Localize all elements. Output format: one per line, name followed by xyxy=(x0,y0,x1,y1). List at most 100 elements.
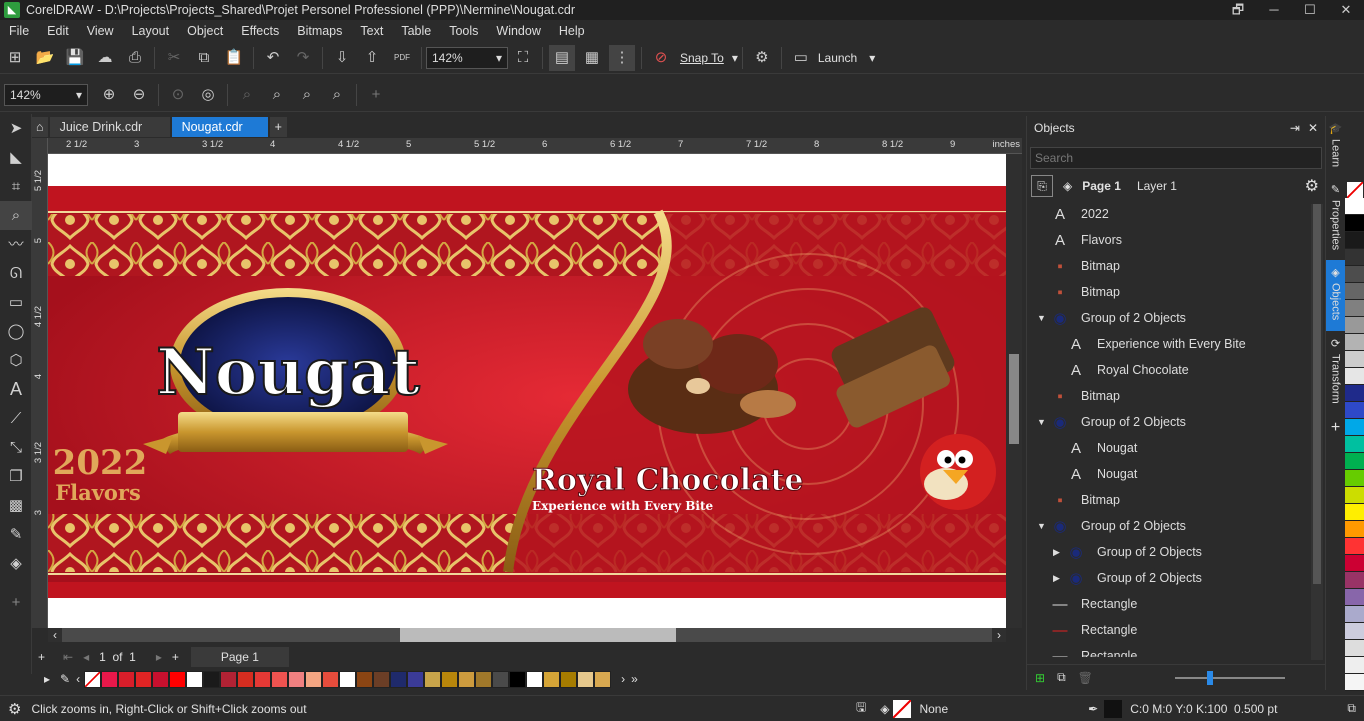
menu-object[interactable]: Object xyxy=(178,24,232,38)
color-swatch[interactable] xyxy=(441,670,459,688)
color-swatch[interactable] xyxy=(424,670,442,688)
new-master-layer-icon[interactable]: ⧉ xyxy=(1057,670,1066,685)
tab-juice-drink[interactable]: Juice Drink.cdr xyxy=(49,117,170,137)
object-tree-item[interactable]: ▪ Bitmap xyxy=(1027,253,1311,279)
snap-off-icon[interactable]: ⊘ xyxy=(648,45,674,71)
object-tree-item[interactable]: ▪ Bitmap xyxy=(1027,279,1311,305)
object-tree-item[interactable]: ▶ ◉ Group of 2 Objects xyxy=(1027,539,1311,565)
menu-help[interactable]: Help xyxy=(550,24,594,38)
color-swatch[interactable] xyxy=(1345,283,1364,300)
side-tab-properties[interactable]: ✎ Properties xyxy=(1326,177,1345,260)
show-grid-icon[interactable]: ▦ xyxy=(579,45,605,71)
vertical-ruler[interactable]: 5 1/2 5 4 1/2 4 3 1/2 3 xyxy=(32,138,48,628)
menu-edit[interactable]: Edit xyxy=(38,24,78,38)
color-swatch[interactable] xyxy=(203,670,221,688)
color-swatch[interactable] xyxy=(271,670,289,688)
expand-icon[interactable]: ⧉ xyxy=(1347,701,1356,716)
color-swatch[interactable] xyxy=(1345,419,1364,436)
zoom-input[interactable]: 142% ▾ xyxy=(4,83,88,106)
color-swatch[interactable] xyxy=(1345,453,1364,470)
color-swatch[interactable] xyxy=(594,670,612,688)
object-tree-item[interactable]: — Rectangle xyxy=(1027,617,1311,643)
zoom-all-icon[interactable]: ◎ xyxy=(195,82,221,108)
object-tree-item[interactable]: — Rectangle xyxy=(1027,591,1311,617)
chevron-down-icon[interactable]: ▾ xyxy=(732,51,738,65)
add-icon[interactable]: + xyxy=(363,82,389,108)
launch-icon[interactable]: ▭ xyxy=(788,45,814,71)
object-tree-item[interactable]: ▪ Bitmap xyxy=(1027,487,1311,513)
object-tree-item[interactable]: ▪ Bitmap xyxy=(1027,383,1311,409)
redo-icon[interactable]: ↷ xyxy=(290,45,316,71)
transparency-tool-icon[interactable]: ▩ xyxy=(0,491,32,520)
color-swatch[interactable] xyxy=(1345,334,1364,351)
paste-icon[interactable]: 📋 xyxy=(221,45,247,71)
collapse-icon[interactable]: ▼ xyxy=(1037,521,1051,531)
color-swatch[interactable] xyxy=(1345,555,1364,572)
color-swatch[interactable] xyxy=(1345,249,1364,266)
vertical-scroll-thumb[interactable] xyxy=(1009,354,1019,444)
object-tree-item[interactable]: — Rectangle xyxy=(1027,643,1311,658)
menu-view[interactable]: View xyxy=(78,24,123,38)
close-button[interactable]: ✕ xyxy=(1328,0,1364,20)
scroll-left-icon[interactable]: ‹ xyxy=(48,628,62,642)
launch-dropdown[interactable]: Launch xyxy=(818,51,857,65)
color-swatch[interactable] xyxy=(492,670,510,688)
color-swatch[interactable] xyxy=(118,670,136,688)
ellipse-tool-icon[interactable]: ◯ xyxy=(0,317,32,346)
rectangle-tool-icon[interactable]: ▭ xyxy=(0,288,32,317)
undo-icon[interactable]: ↶ xyxy=(260,45,286,71)
show-guidelines-icon[interactable]: ⋮ xyxy=(609,44,635,71)
add-tool-icon[interactable]: + xyxy=(0,588,32,617)
menu-window[interactable]: Window xyxy=(487,24,549,38)
shape-tool-icon[interactable]: ◣ xyxy=(0,143,32,172)
color-swatch[interactable] xyxy=(1345,402,1364,419)
add-tab-icon[interactable]: + xyxy=(269,117,287,137)
color-swatch[interactable] xyxy=(1345,640,1364,657)
menu-table[interactable]: Table xyxy=(392,24,440,38)
dimension-tool-icon[interactable]: ⟋ xyxy=(0,404,32,433)
color-swatch[interactable] xyxy=(1345,232,1364,249)
color-swatch[interactable] xyxy=(1345,487,1364,504)
page-tab[interactable]: Page 1 xyxy=(190,647,289,667)
color-swatch[interactable] xyxy=(458,670,476,688)
text-tool-icon[interactable]: A xyxy=(0,375,32,404)
home-icon[interactable]: ⌂ xyxy=(32,117,48,137)
artistic-media-icon[interactable]: ᘏ xyxy=(0,259,32,288)
show-rulers-icon[interactable]: ▤ xyxy=(549,44,575,71)
menu-layout[interactable]: Layout xyxy=(123,24,179,38)
object-tree-scrollbar[interactable] xyxy=(1311,204,1323,660)
scroll-end-icon[interactable]: » xyxy=(631,672,638,686)
new-layer-icon[interactable]: ⊞ xyxy=(1035,671,1045,685)
color-swatch[interactable] xyxy=(101,670,119,688)
color-swatch[interactable] xyxy=(1345,606,1364,623)
gear-icon[interactable]: ⚙ xyxy=(749,45,775,71)
pick-tool-icon[interactable]: ➤ xyxy=(0,114,32,143)
crop-tool-icon[interactable]: ⌗ xyxy=(0,172,32,201)
minimize-button[interactable]: ─ xyxy=(1256,0,1292,20)
color-swatch[interactable] xyxy=(1345,674,1364,691)
horizontal-scroll-thumb[interactable] xyxy=(400,628,676,642)
color-swatch[interactable] xyxy=(577,670,595,688)
scroll-left-icon[interactable]: ‹ xyxy=(76,672,80,686)
eyedropper-icon[interactable]: ✎ xyxy=(60,672,70,686)
color-swatch[interactable] xyxy=(1345,504,1364,521)
expand-icon[interactable]: ▶ xyxy=(1053,573,1067,584)
document-icon[interactable]: 🖫 xyxy=(856,698,866,719)
save-icon[interactable]: 💾 xyxy=(62,45,88,71)
object-tree-item[interactable]: ▼ ◉ Group of 2 Objects xyxy=(1027,409,1311,435)
fill-swatch[interactable] xyxy=(893,699,912,718)
add-page-icon[interactable]: + xyxy=(172,650,179,664)
new-document-icon[interactable]: ⊞ xyxy=(2,45,28,71)
snap-to-dropdown[interactable]: Snap To xyxy=(680,51,724,65)
zoom-page-icon[interactable]: ⌕ xyxy=(234,82,260,108)
scroll-thumb[interactable] xyxy=(1313,204,1321,584)
color-swatch[interactable] xyxy=(560,670,578,688)
search-input[interactable]: Search xyxy=(1030,147,1322,169)
zoom-in-icon[interactable]: ⊕ xyxy=(96,82,122,108)
object-tree-item[interactable]: A 2022 xyxy=(1027,201,1311,227)
color-swatch[interactable] xyxy=(356,670,374,688)
horizontal-ruler[interactable]: inches 2 1/2 3 3 1/2 4 4 1/2 5 5 1/2 6 6 1/2 7 7 1… xyxy=(48,138,1022,154)
add-docker-icon[interactable]: + xyxy=(1326,419,1345,437)
no-color-swatch[interactable] xyxy=(1347,182,1363,198)
color-swatch[interactable] xyxy=(1345,470,1364,487)
